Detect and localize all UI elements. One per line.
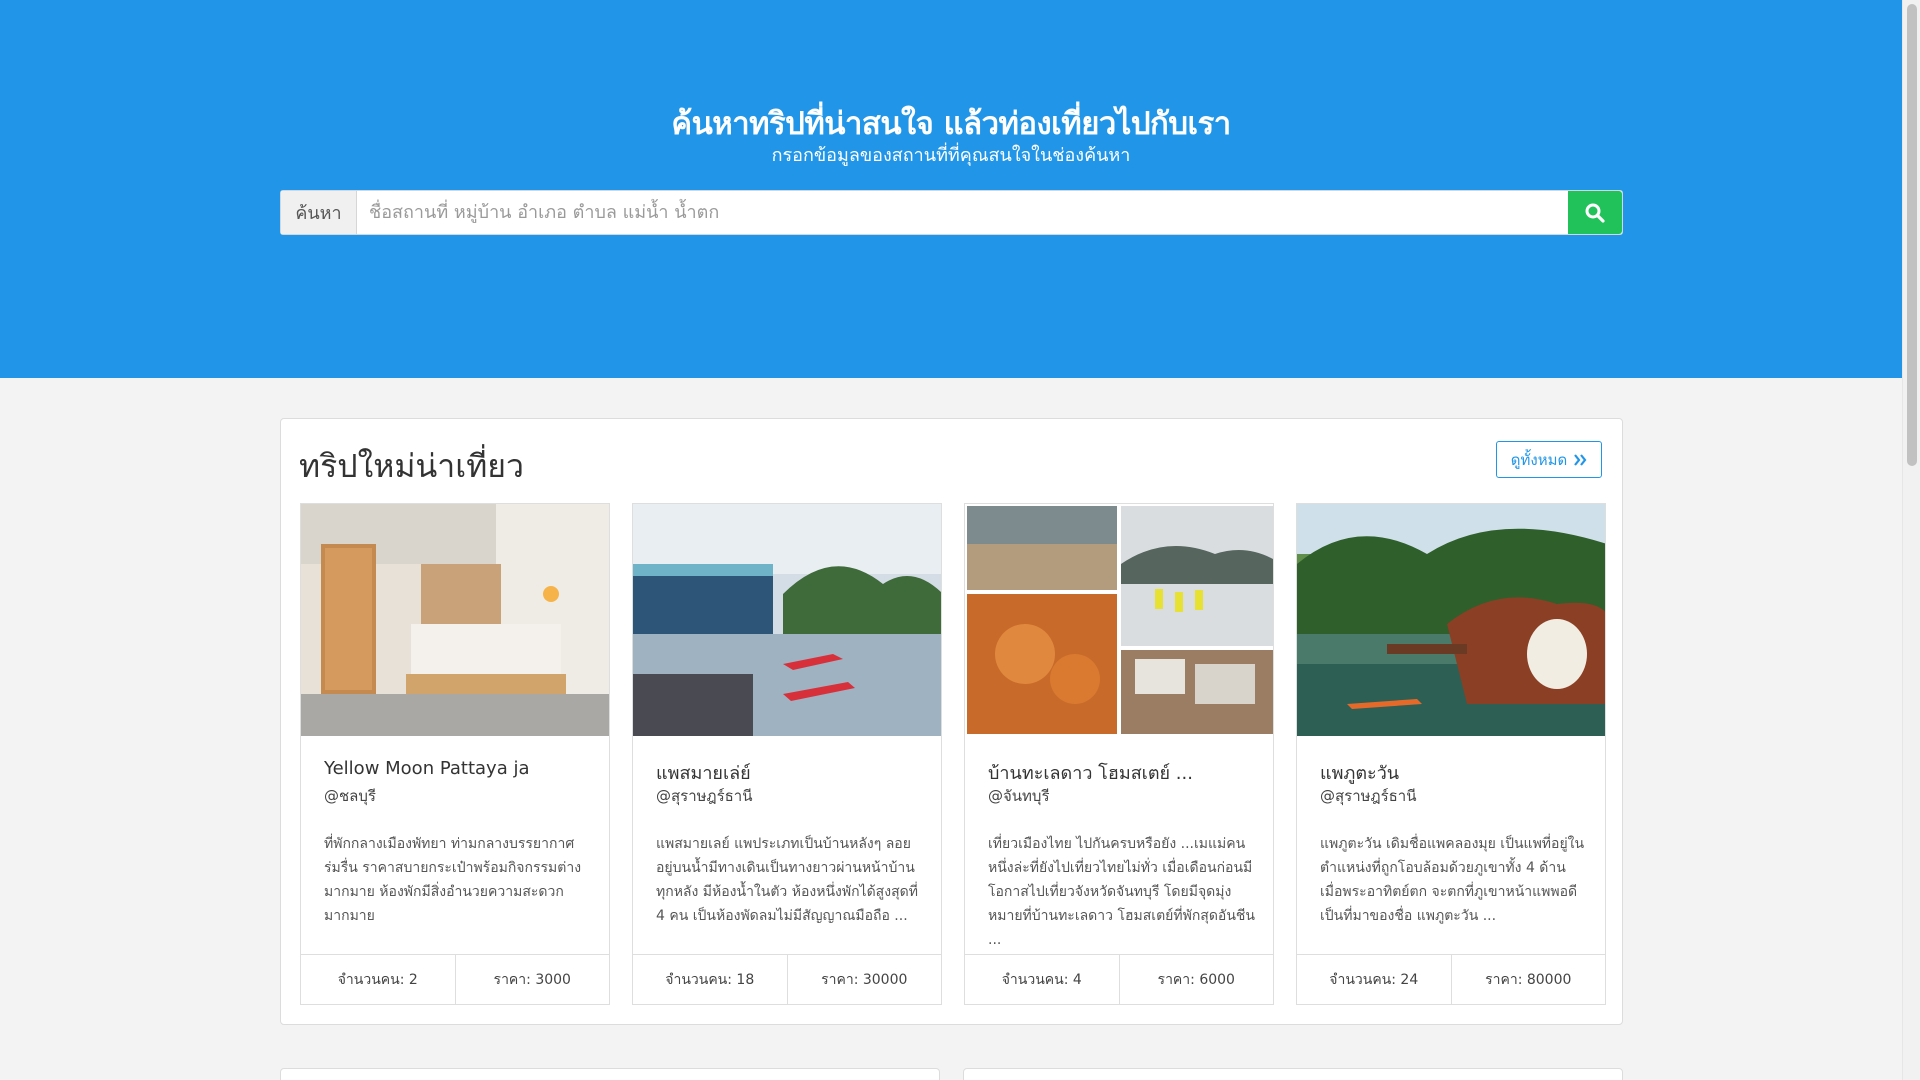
search-addon-label: ค้นหา <box>281 191 357 234</box>
next-section-panel-left <box>280 1068 940 1080</box>
trip-footer: จำนวนคน: 4 ราคา: 6000 <box>965 954 1273 1004</box>
trip-card[interactable]: บ้านทะเลดาว โฮมสเตย์ ... @จันทบุรี เที่ย… <box>964 503 1274 1005</box>
trip-people: จำนวนคน: 24 <box>1297 955 1452 1004</box>
trip-title[interactable]: แพภูตะวัน <box>1320 758 1399 787</box>
trip-location: @ชลบุรี <box>324 787 376 805</box>
new-trips-panel: ทริปใหม่น่าเที่ยว ดูทั้งหมด Yellow Moon … <box>280 418 1623 1025</box>
hero-subtitle: กรอกข้อมูลของสถานที่ที่คุณสนใจในช่องค้นห… <box>771 145 1131 166</box>
trip-title[interactable]: Yellow Moon Pattaya ja <box>324 758 529 779</box>
trip-footer: จำนวนคน: 24 ราคา: 80000 <box>1297 954 1605 1004</box>
trip-price: ราคา: 80000 <box>1485 971 1572 988</box>
search-button[interactable] <box>1568 191 1622 234</box>
trip-description: แพสมายเลย์ แพประเภทเป็นบ้านหลังๆ ลอยอยู่… <box>656 836 918 924</box>
next-section-panel-right <box>963 1068 1623 1080</box>
see-all-button[interactable]: ดูทั้งหมด <box>1496 441 1602 478</box>
trip-footer: จำนวนคน: 18 ราคา: 30000 <box>633 954 941 1004</box>
trip-price: ราคา: 6000 <box>1157 971 1235 988</box>
trip-title[interactable]: แพสมายเล่ย์ <box>656 758 751 787</box>
trip-card[interactable]: Yellow Moon Pattaya ja @ชลบุรี ที่พักกลา… <box>300 503 610 1005</box>
trip-price: ราคา: 3000 <box>493 971 571 988</box>
trip-image[interactable] <box>1297 504 1605 736</box>
double-chevron-right-icon <box>1574 453 1587 466</box>
trip-footer: จำนวนคน: 2 ราคา: 3000 <box>301 954 609 1004</box>
trip-description: ที่พักกลางเมืองพัทยา ท่ามกลางบรรยากาศร่ม… <box>324 836 582 924</box>
trip-location: @จันทบุรี <box>988 787 1050 805</box>
trip-people: จำนวนคน: 2 <box>301 955 456 1004</box>
trip-card[interactable]: แพภูตะวัน @สุราษฎร์ธานี แพภูตะวัน เดิมชื… <box>1296 503 1606 1005</box>
trip-title[interactable]: บ้านทะเลดาว โฮมสเตย์ ... <box>988 758 1193 787</box>
trip-description: เที่ยวเมืองไทย ไปกันครบหรือยัง ...เมแม่ค… <box>988 836 1255 948</box>
trip-image[interactable] <box>301 504 609 736</box>
section-title: ทริปใหม่น่าเที่ยว <box>299 447 524 485</box>
page-scrollbar[interactable] <box>1902 0 1920 1080</box>
trip-card[interactable]: แพสมายเล่ย์ @สุราษฎร์ธานี แพสมายเลย์ แพป… <box>632 503 942 1005</box>
search-input[interactable] <box>357 191 1568 234</box>
trip-image[interactable] <box>965 504 1273 736</box>
trip-people: จำนวนคน: 18 <box>633 955 788 1004</box>
trip-location: @สุราษฎร์ธานี <box>656 787 753 805</box>
scrollbar-thumb[interactable] <box>1907 4 1917 466</box>
search-icon <box>1585 203 1605 223</box>
search-bar: ค้นหา <box>280 190 1623 235</box>
trip-people: จำนวนคน: 4 <box>965 955 1120 1004</box>
trip-image[interactable] <box>633 504 941 736</box>
trip-price: ราคา: 30000 <box>821 971 908 988</box>
trip-description: แพภูตะวัน เดิมชื่อแพคลองมุย เป็นแพที่อยู… <box>1320 836 1585 924</box>
trip-location: @สุราษฎร์ธานี <box>1320 787 1417 805</box>
see-all-label: ดูทั้งหมด <box>1510 450 1568 469</box>
hero-banner: ค้นหาทริปที่น่าสนใจ แล้วท่องเที่ยวไปกับเ… <box>0 0 1902 378</box>
